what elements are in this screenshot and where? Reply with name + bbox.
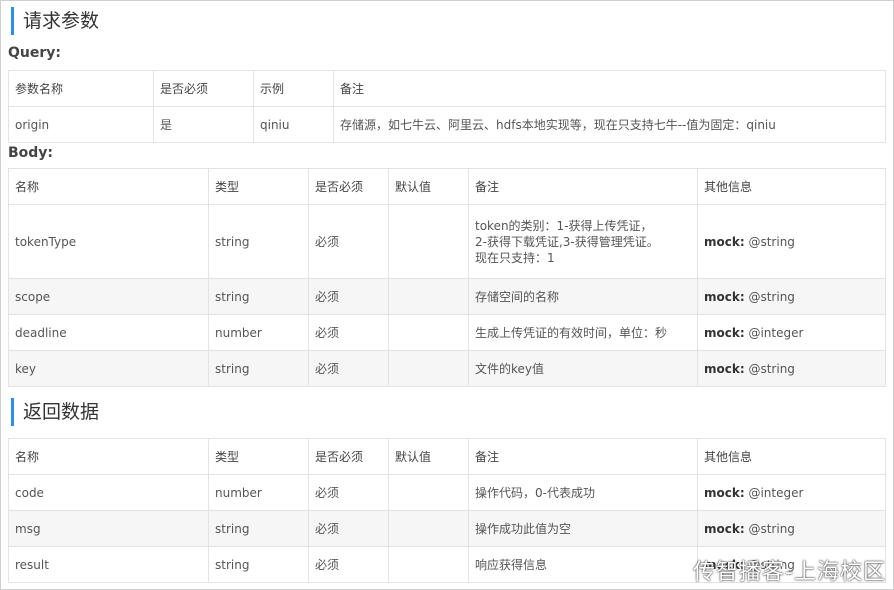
cell-required: 必须 — [308, 510, 389, 547]
col-default: 默认值 — [388, 438, 469, 475]
col-type: 类型 — [208, 168, 309, 205]
cell-note: 文件的key值 — [468, 350, 698, 387]
cell-type: string — [208, 278, 309, 315]
table-row: msg string 必须 操作成功此值为空 mock: @string — [8, 510, 886, 547]
cell-name: deadline — [8, 314, 209, 351]
query-table: 参数名称 是否必须 示例 备注 origin 是 qiniu 存储源，如七牛云、… — [8, 70, 886, 143]
table-row: scope string 必须 存储空间的名称 mock: @string — [8, 278, 886, 315]
cell-name: tokenType — [8, 204, 209, 279]
body-table: 名称 类型 是否必须 默认值 备注 其他信息 tokenType string … — [8, 168, 886, 387]
cell-default — [388, 510, 469, 547]
cell-name: msg — [8, 510, 209, 547]
cell-note: 操作成功此值为空 — [468, 510, 698, 547]
col-extra: 其他信息 — [697, 168, 886, 205]
col-param-name: 参数名称 — [8, 70, 154, 107]
cell-required: 必须 — [308, 546, 389, 583]
cell-note: 操作代码，0-代表成功 — [468, 474, 698, 511]
cell-type: string — [208, 546, 309, 583]
cell-extra: mock: @string — [697, 278, 886, 315]
col-required: 是否必须 — [153, 70, 254, 107]
cell-type: string — [208, 350, 309, 387]
cell-required: 必须 — [308, 350, 389, 387]
cell-name: key — [8, 350, 209, 387]
col-example: 示例 — [253, 70, 334, 107]
cell-required: 是 — [153, 106, 254, 143]
body-header-row: 名称 类型 是否必须 默认值 备注 其他信息 — [8, 168, 886, 205]
cell-name: code — [8, 474, 209, 511]
cell-required: 必须 — [308, 474, 389, 511]
mock-value: @integer — [748, 485, 804, 500]
cell-note: 生成上传凭证的有效时间，单位：秒 — [468, 314, 698, 351]
col-default: 默认值 — [388, 168, 469, 205]
col-name: 名称 — [8, 168, 209, 205]
cell-extra: mock: @string — [697, 350, 886, 387]
cell-extra: mock: @string — [697, 510, 886, 547]
col-note: 备注 — [468, 168, 698, 205]
mock-label: mock: — [704, 361, 745, 376]
cell-extra: mock: @string — [697, 204, 886, 279]
mock-label: mock: — [704, 289, 745, 304]
cell-required: 必须 — [308, 204, 389, 279]
mock-value: @string — [748, 361, 795, 376]
mock-label: mock: — [704, 521, 745, 536]
cell-required: 必须 — [308, 314, 389, 351]
cell-type: string — [208, 510, 309, 547]
col-required: 是否必须 — [308, 168, 389, 205]
col-note: 备注 — [468, 438, 698, 475]
table-row: key string 必须 文件的key值 mock: @string — [8, 350, 886, 387]
cell-type: string — [208, 204, 309, 279]
cell-type: number — [208, 314, 309, 351]
cell-note: 响应获得信息 — [468, 546, 698, 583]
cell-default — [388, 546, 469, 583]
cell-default — [388, 204, 469, 279]
cell-example: qiniu — [253, 106, 334, 143]
mock-value: @integer — [748, 325, 804, 340]
request-params-title: 请求参数 — [11, 7, 99, 35]
note-line: 2-获得下载凭证,3-获得管理凭证。 — [475, 234, 659, 249]
response-header-row: 名称 类型 是否必须 默认值 备注 其他信息 — [8, 438, 886, 475]
mock-value: @string — [748, 289, 795, 304]
table-row: deadline number 必须 生成上传凭证的有效时间，单位：秒 mock… — [8, 314, 886, 351]
cell-name: origin — [8, 106, 154, 143]
cell-default — [388, 278, 469, 315]
cell-default — [388, 474, 469, 511]
mock-label: mock: — [704, 485, 745, 500]
col-note: 备注 — [333, 70, 886, 107]
mock-value: @string — [748, 234, 795, 249]
cell-name: result — [8, 546, 209, 583]
cell-name: scope — [8, 278, 209, 315]
cell-default — [388, 314, 469, 351]
body-label: Body: — [8, 145, 54, 161]
note-line: 现在只支持：1 — [475, 250, 555, 265]
col-extra: 其他信息 — [697, 438, 886, 475]
cell-note: 存储源，如七牛云、阿里云、hdfs本地实现等，现在只支持七牛--值为固定：qin… — [333, 106, 886, 143]
cell-note: 存储空间的名称 — [468, 278, 698, 315]
cell-default — [388, 350, 469, 387]
mock-value: @string — [748, 521, 795, 536]
cell-required: 必须 — [308, 278, 389, 315]
response-data-title: 返回数据 — [11, 398, 99, 426]
query-header-row: 参数名称 是否必须 示例 备注 — [8, 70, 886, 107]
cell-extra: mock: @integer — [697, 474, 886, 511]
cell-type: number — [208, 474, 309, 511]
note-line: token的类别：1-获得上传凭证， — [475, 218, 653, 233]
watermark-text: 传智播客-上海校区 — [693, 560, 886, 585]
table-row: code number 必须 操作代码，0-代表成功 mock: @intege… — [8, 474, 886, 511]
query-label: Query: — [8, 45, 61, 61]
mock-label: mock: — [704, 325, 745, 340]
cell-note: token的类别：1-获得上传凭证， 2-获得下载凭证,3-获得管理凭证。 现在… — [468, 204, 698, 279]
mock-label: mock: — [704, 234, 745, 249]
col-type: 类型 — [208, 438, 309, 475]
table-row: tokenType string 必须 token的类别：1-获得上传凭证， 2… — [8, 204, 886, 279]
col-required: 是否必须 — [308, 438, 389, 475]
table-row: origin 是 qiniu 存储源，如七牛云、阿里云、hdfs本地实现等，现在… — [8, 106, 886, 143]
cell-extra: mock: @integer — [697, 314, 886, 351]
col-name: 名称 — [8, 438, 209, 475]
